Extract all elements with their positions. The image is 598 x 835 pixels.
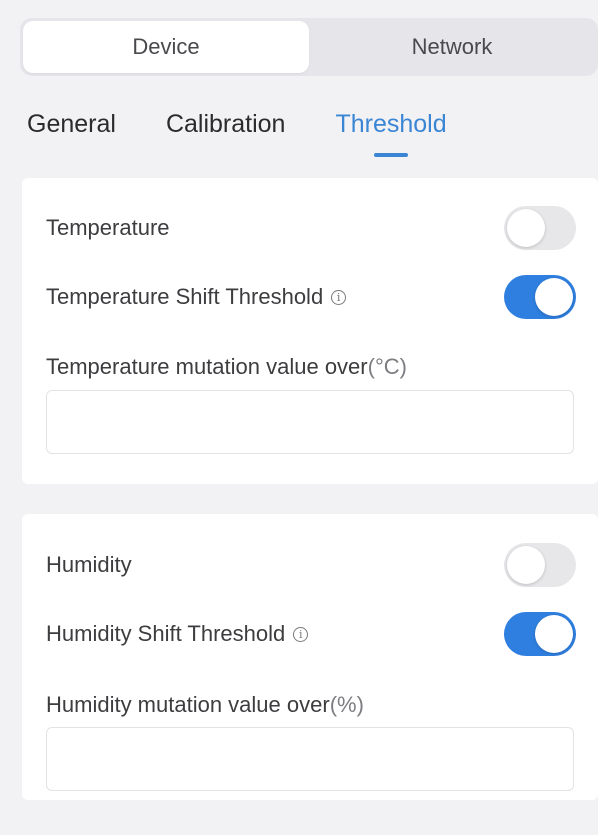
tab-calibration[interactable]: Calibration bbox=[166, 108, 286, 158]
temperature-shift-label-group: Temperature Shift Threshold i bbox=[46, 284, 347, 310]
humidity-shift-toggle[interactable] bbox=[504, 612, 576, 656]
temperature-shift-label: Temperature Shift Threshold bbox=[46, 284, 324, 309]
humidity-mutation-label: Humidity mutation value over(%) bbox=[46, 692, 364, 718]
subtab-bar: General Calibration Threshold bbox=[27, 108, 447, 158]
humidity-mutation-text: Humidity mutation value over bbox=[46, 692, 330, 717]
info-icon[interactable]: i bbox=[331, 289, 347, 305]
segment-device[interactable]: Device bbox=[23, 21, 309, 73]
humidity-row: Humidity bbox=[46, 543, 576, 587]
temperature-shift-toggle[interactable] bbox=[504, 275, 576, 319]
toggle-knob bbox=[535, 615, 573, 653]
humidity-shift-label: Humidity Shift Threshold bbox=[46, 621, 286, 646]
temperature-shift-row: Temperature Shift Threshold i bbox=[46, 275, 576, 319]
device-network-segmented-control: Device Network bbox=[20, 18, 598, 76]
info-icon[interactable]: i bbox=[293, 626, 309, 642]
temperature-mutation-text: Temperature mutation value over bbox=[46, 354, 368, 379]
temperature-mutation-input[interactable] bbox=[46, 390, 574, 454]
temperature-mutation-label: Temperature mutation value over(°C) bbox=[46, 354, 407, 380]
humidity-card: Humidity Humidity Shift Threshold i Humi… bbox=[22, 514, 598, 800]
temperature-row: Temperature bbox=[46, 206, 576, 250]
tab-threshold-label: Threshold bbox=[335, 110, 447, 138]
tab-threshold[interactable]: Threshold bbox=[335, 108, 447, 158]
humidity-toggle[interactable] bbox=[504, 543, 576, 587]
temperature-card: Temperature Temperature Shift Threshold … bbox=[22, 178, 598, 484]
segment-network[interactable]: Network bbox=[309, 21, 595, 73]
humidity-shift-row: Humidity Shift Threshold i bbox=[46, 612, 576, 656]
tab-general[interactable]: General bbox=[27, 108, 116, 158]
active-tab-indicator bbox=[374, 153, 409, 157]
toggle-knob bbox=[535, 278, 573, 316]
humidity-label: Humidity bbox=[46, 552, 132, 577]
toggle-knob bbox=[507, 546, 545, 584]
temperature-label: Temperature bbox=[46, 215, 170, 240]
humidity-mutation-unit: (%) bbox=[329, 692, 364, 717]
humidity-mutation-input[interactable] bbox=[46, 727, 574, 791]
temperature-mutation-unit: (°C) bbox=[367, 354, 407, 379]
humidity-shift-label-group: Humidity Shift Threshold i bbox=[46, 621, 309, 647]
temperature-toggle[interactable] bbox=[504, 206, 576, 250]
toggle-knob bbox=[507, 209, 545, 247]
